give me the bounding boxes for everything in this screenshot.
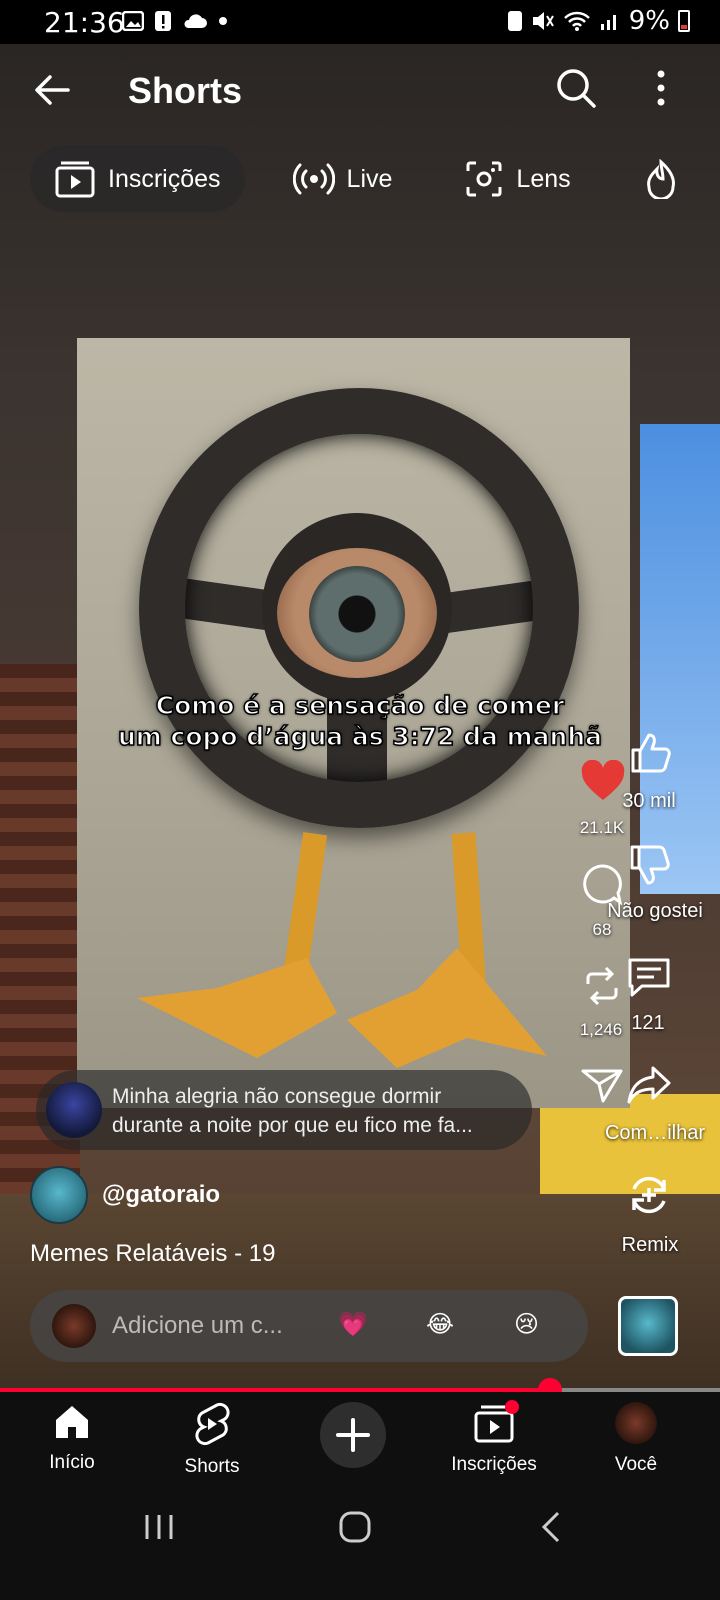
repost-count: 1,246 — [579, 1020, 623, 1039]
comments-small-count: 68 — [592, 920, 612, 939]
top-comment-preview[interactable]: Minha alegria não consegue dormir durant… — [36, 1070, 532, 1150]
dot-icon — [219, 17, 227, 25]
background-sky — [640, 424, 720, 894]
nav-you[interactable]: Você — [576, 1402, 696, 1476]
heart-icon — [581, 759, 625, 800]
comment-input[interactable]: Adicione um c... 💗 😂 😢 — [30, 1290, 588, 1362]
user-avatar — [52, 1304, 96, 1348]
recent-apps-icon[interactable] — [142, 1512, 176, 1542]
comment-icon — [628, 958, 670, 997]
share-label: Com…ilhar — [604, 1122, 706, 1144]
status-bar: 21:36 9% — [0, 0, 720, 44]
notification-dot — [505, 1400, 519, 1414]
lens-icon — [466, 161, 502, 197]
more-options-icon[interactable] — [646, 66, 676, 110]
nav-subscriptions[interactable]: Inscrições — [434, 1400, 554, 1476]
chip-trending[interactable] — [619, 146, 703, 212]
chip-label: Live — [346, 164, 393, 193]
nav-label: Shorts — [184, 1456, 240, 1477]
create-button[interactable] — [320, 1402, 386, 1468]
share-button[interactable] — [624, 1064, 674, 1111]
chip-label: Inscrições — [108, 164, 221, 193]
eye-iris — [309, 566, 405, 662]
bottom-navigation: Início Shorts Inscrições Você — [0, 1392, 720, 1492]
page-title: Shorts — [128, 70, 243, 111]
back-arrow-icon[interactable] — [30, 68, 74, 112]
duck-foot — [347, 948, 547, 1068]
back-button-icon[interactable] — [538, 1510, 564, 1544]
commenter-avatar — [46, 1082, 102, 1138]
comment-line: durante a noite por que eu fico me fa... — [112, 1114, 473, 1137]
comments-overlay-icon — [578, 862, 626, 911]
share-overlay-icon — [580, 1068, 624, 1109]
nav-home[interactable]: Início — [12, 1402, 132, 1474]
like-button[interactable] — [620, 730, 680, 781]
comments-button[interactable] — [624, 954, 674, 1005]
heart-overlay — [578, 759, 628, 807]
remix-button[interactable] — [624, 1172, 674, 1223]
nfc-icon — [507, 11, 522, 31]
repost-overlay-icon — [578, 964, 626, 1013]
live-icon — [292, 163, 335, 195]
search-icon[interactable] — [554, 66, 598, 110]
nav-label: Você — [614, 1454, 658, 1475]
battery-percent: 9% — [628, 6, 670, 36]
plus-icon — [336, 1418, 370, 1452]
comment-line: Minha alegria não consegue dormir — [112, 1085, 442, 1108]
top-bar: Shorts — [0, 44, 720, 144]
send-icon — [581, 1069, 623, 1103]
cloud-icon — [184, 14, 207, 28]
remix-icon — [632, 1176, 666, 1214]
emoji-sad-button[interactable]: 😢 — [514, 1310, 539, 1338]
share-arrow-icon — [627, 1066, 671, 1104]
mute-icon — [532, 12, 554, 30]
battery-icon — [678, 10, 690, 32]
emoji-laugh-button[interactable]: 😂 — [426, 1310, 454, 1338]
nav-label: Inscrições — [451, 1454, 537, 1475]
chip-label: Lens — [516, 164, 571, 193]
system-status: 9% — [507, 6, 690, 36]
dislike-button[interactable] — [624, 842, 674, 893]
avatar — [615, 1402, 657, 1444]
feed-filter-chips: Inscrições Live Lens — [30, 146, 720, 212]
repost-icon — [586, 966, 618, 1006]
comment-placeholder: Adicione um c... — [112, 1312, 283, 1339]
caption-line: Como é a sensação de comer — [155, 690, 565, 721]
channel-avatar[interactable] — [30, 1166, 88, 1224]
home-button-icon[interactable] — [338, 1510, 372, 1544]
video-caption: Como é a sensação de comer um copo d’águ… — [90, 690, 630, 752]
flame-icon — [646, 159, 675, 199]
home-icon — [56, 1406, 88, 1438]
channel-info[interactable]: @gatoraio — [30, 1166, 220, 1224]
duck-foot — [137, 958, 337, 1058]
notification-icons — [122, 10, 228, 32]
shorts-icon — [195, 1402, 230, 1446]
subscriptions-icon — [55, 161, 95, 198]
image-icon — [122, 11, 144, 31]
sound-remix-thumbnail[interactable] — [618, 1296, 678, 1356]
remix-label: Remix — [621, 1234, 679, 1256]
channel-handle[interactable]: @gatoraio — [102, 1181, 220, 1209]
signal-icon — [600, 15, 616, 30]
thumbs-up-icon — [631, 733, 671, 773]
emoji-heart-button[interactable]: 💗 — [338, 1310, 368, 1338]
alert-icon — [155, 11, 171, 31]
chip-live[interactable]: Live — [269, 146, 417, 212]
thumbs-down-icon — [630, 845, 670, 885]
video-title: Memes Relatáveis - 19 — [30, 1240, 276, 1267]
heart-count: 21.1K — [579, 818, 625, 837]
system-navigation-bar — [0, 1492, 720, 1600]
nav-label: Início — [49, 1452, 95, 1473]
nav-shorts[interactable]: Shorts — [152, 1402, 272, 1478]
chip-lens[interactable]: Lens — [440, 146, 594, 212]
top-comment-text: Minha alegria não consegue dormir durant… — [112, 1082, 522, 1140]
comment-bubble-icon — [583, 864, 623, 906]
caption-line: um copo d’água às 3:72 da manhã — [117, 721, 603, 752]
wifi-icon — [563, 11, 590, 31]
chip-subscriptions[interactable]: Inscrições — [30, 146, 245, 212]
status-time: 21:36 — [44, 6, 125, 39]
